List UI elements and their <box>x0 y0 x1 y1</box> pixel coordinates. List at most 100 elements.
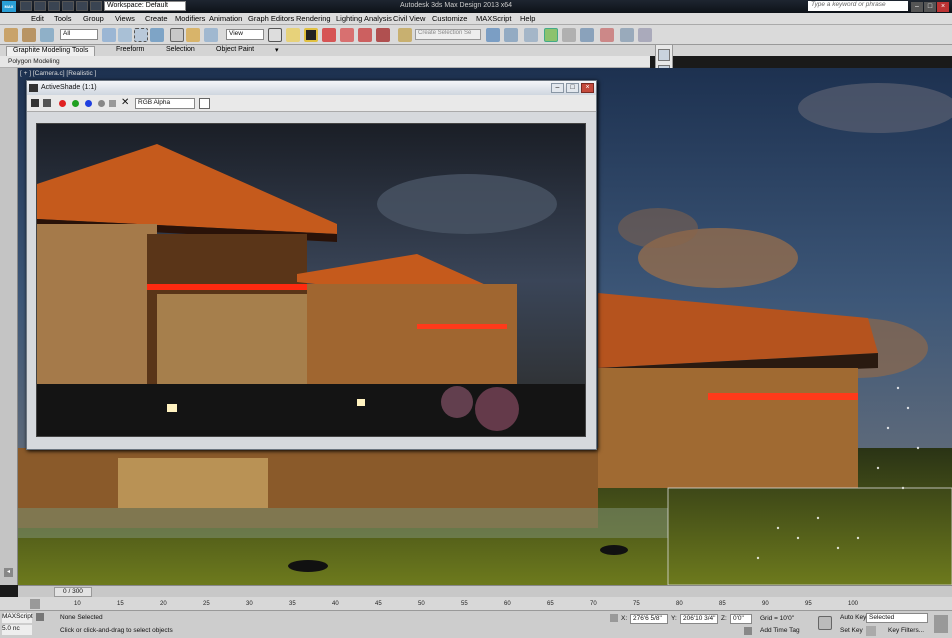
undo-icon[interactable] <box>62 1 74 11</box>
menu-create[interactable]: Create <box>145 14 168 23</box>
close-button[interactable]: × <box>937 2 949 12</box>
layer-manager-icon[interactable] <box>524 28 538 42</box>
add-time-tag-button[interactable]: Add Time Tag <box>760 627 800 634</box>
menu-rendering[interactable]: Rendering <box>296 14 331 23</box>
menu-civil-view[interactable]: Civil View <box>393 14 425 23</box>
menu-tools[interactable]: Tools <box>54 14 72 23</box>
activeshade-maximize-button[interactable]: □ <box>566 83 579 93</box>
green-channel-icon[interactable] <box>72 100 79 107</box>
named-selection-set-input[interactable]: Create Selection Se <box>415 29 481 40</box>
menu-help[interactable]: Help <box>520 14 535 23</box>
rotate-icon[interactable] <box>186 28 200 42</box>
select-manipulate-icon[interactable] <box>286 28 300 42</box>
ribbon-panel-polygon-modeling[interactable]: Polygon Modeling <box>0 56 650 68</box>
monochrome-icon[interactable] <box>109 100 116 107</box>
select-by-name-icon[interactable] <box>118 28 132 42</box>
spinner-snap-icon[interactable] <box>376 28 390 42</box>
ruler-tick-label: 95 <box>805 601 812 607</box>
tab-graphite-modeling-tools[interactable]: Graphite Modeling Tools <box>6 46 96 56</box>
tab-freeform[interactable]: Freeform <box>110 46 150 56</box>
edit-named-selection-icon[interactable] <box>398 28 412 42</box>
menu-modifiers[interactable]: Modifiers <box>175 14 205 23</box>
bind-space-warp-icon[interactable] <box>40 28 54 42</box>
auto-key-button[interactable]: Auto Key <box>840 614 866 621</box>
render-production-icon[interactable] <box>658 49 670 61</box>
alpha-channel-icon[interactable] <box>98 100 105 107</box>
snaps-toggle-icon[interactable] <box>322 28 336 42</box>
ribbon-options-icon[interactable]: ▾ <box>272 46 282 56</box>
help-search-input[interactable]: Type a keyword or phrase <box>808 1 908 11</box>
tab-object-paint[interactable]: Object Paint <box>210 46 260 56</box>
mini-curve-editor-icon[interactable] <box>30 599 40 609</box>
keyboard-shortcut-override-icon[interactable] <box>304 28 318 42</box>
maximize-button[interactable]: □ <box>924 2 936 12</box>
material-editor-icon[interactable] <box>600 28 614 42</box>
y-coordinate-field[interactable]: 206'10 3/4" <box>680 614 718 624</box>
scroll-left-icon[interactable]: ◂ <box>4 568 13 577</box>
set-key-mode-icon[interactable] <box>818 616 832 630</box>
lock-selection-icon[interactable] <box>610 614 618 622</box>
menu-customize[interactable]: Customize <box>432 14 467 23</box>
select-link-icon[interactable] <box>4 28 18 42</box>
redo-icon[interactable] <box>76 1 88 11</box>
key-mode-dropdown[interactable]: Selected <box>866 613 928 623</box>
curve-editor-icon[interactable] <box>562 28 576 42</box>
channel-display-dropdown[interactable]: RGB Alpha <box>135 98 195 109</box>
reference-coordinate-dropdown[interactable]: View <box>226 29 264 40</box>
viewport-label[interactable]: [ + ] [Camera.c] [Realistic ] <box>20 70 96 77</box>
time-slider-thumb[interactable]: 0 / 300 <box>54 587 92 597</box>
track-bar[interactable]: 10 15 20 25 30 35 40 45 50 55 60 65 70 75 80 85 90 95 100 <box>0 597 952 611</box>
save-icon[interactable] <box>48 1 60 11</box>
move-icon[interactable] <box>170 28 184 42</box>
pivot-center-icon[interactable] <box>268 28 282 42</box>
playback-controls-icon[interactable] <box>934 615 948 633</box>
clear-icon[interactable]: ✕ <box>121 97 129 108</box>
app-logo-icon[interactable]: MAX <box>2 1 16 12</box>
menu-lighting-analysis[interactable]: Lighting Analysis <box>336 14 392 23</box>
tab-selection[interactable]: Selection <box>160 46 201 56</box>
new-icon[interactable] <box>20 1 32 11</box>
activeshade-title-bar[interactable]: ActiveShade (1:1) – □ × <box>27 81 596 95</box>
maxscript-field[interactable]: 5.0 nc <box>2 625 32 635</box>
graphite-toggle-icon[interactable] <box>544 28 558 42</box>
workspace-dropdown[interactable]: Workspace: Default <box>104 1 186 11</box>
blue-channel-icon[interactable] <box>85 100 92 107</box>
window-crossing-icon[interactable] <box>150 28 164 42</box>
maxscript-listener[interactable]: MAXScript <box>2 613 33 623</box>
rectangular-selection-icon[interactable] <box>134 28 148 42</box>
angle-snap-icon[interactable] <box>340 28 354 42</box>
menu-animation[interactable]: Animation <box>209 14 242 23</box>
menu-graph-editors[interactable]: Graph Editors <box>248 14 294 23</box>
save-image-icon[interactable] <box>31 99 39 107</box>
key-filters-button[interactable]: Key Filters... <box>888 627 924 634</box>
selection-filter-dropdown[interactable]: All <box>60 29 98 40</box>
z-coordinate-field[interactable]: 0'0" <box>730 614 752 624</box>
render-setup-icon[interactable] <box>620 28 634 42</box>
menu-group[interactable]: Group <box>83 14 104 23</box>
select-object-icon[interactable] <box>102 28 116 42</box>
menu-maxscript[interactable]: MAXScript <box>476 14 511 23</box>
time-slider[interactable]: 0 / 300 <box>18 585 952 597</box>
percent-snap-icon[interactable] <box>358 28 372 42</box>
scale-icon[interactable] <box>204 28 218 42</box>
time-tag-icon[interactable] <box>744 627 752 635</box>
minimize-button[interactable]: – <box>911 2 923 12</box>
set-key-button[interactable]: Set Key <box>840 627 863 634</box>
menu-edit[interactable]: Edit <box>31 14 44 23</box>
red-channel-icon[interactable] <box>59 100 66 107</box>
key-filter-icon[interactable] <box>866 626 876 636</box>
x-coordinate-field[interactable]: 276'6 5/8" <box>630 614 668 624</box>
menu-views[interactable]: Views <box>115 14 135 23</box>
activeshade-minimize-button[interactable]: – <box>551 83 564 93</box>
rendered-frame-window-icon[interactable] <box>638 28 652 42</box>
activeshade-close-button[interactable]: × <box>581 83 594 93</box>
align-icon[interactable] <box>504 28 518 42</box>
schematic-view-icon[interactable] <box>580 28 594 42</box>
listener-icon[interactable] <box>36 613 44 621</box>
unlink-icon[interactable] <box>22 28 36 42</box>
color-swatch[interactable] <box>199 98 210 109</box>
mirror-icon[interactable] <box>486 28 500 42</box>
project-folder-icon[interactable] <box>90 1 102 11</box>
open-icon[interactable] <box>34 1 46 11</box>
copy-image-icon[interactable] <box>43 99 51 107</box>
